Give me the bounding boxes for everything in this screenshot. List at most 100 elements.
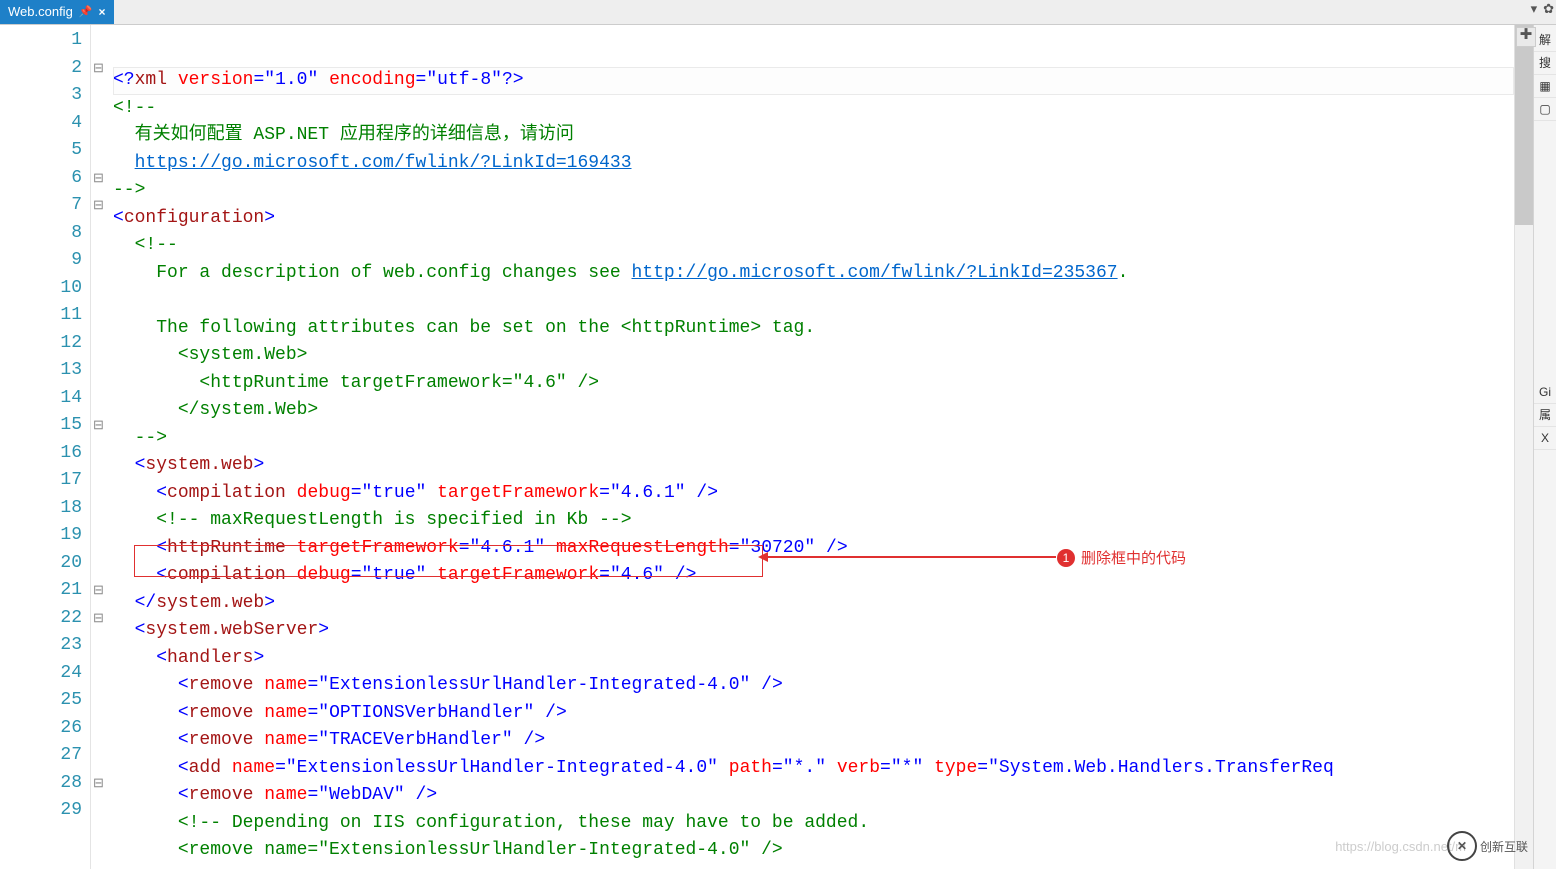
gear-icon[interactable]: ✿ <box>1543 2 1554 17</box>
logo: ✕ 创新互联 <box>1447 831 1528 861</box>
line-number: 13 <box>0 357 90 385</box>
line-number: 27 <box>0 742 90 770</box>
fold-toggle <box>91 797 113 825</box>
line-number: 4 <box>0 110 90 138</box>
code-line[interactable]: <remove name="TRACEVerbHandler" /> <box>113 727 1514 755</box>
line-number: 5 <box>0 137 90 165</box>
fold-toggle <box>91 220 113 248</box>
annotation-text: 删除框中的代码 <box>1081 547 1186 568</box>
scrollbar-thumb[interactable] <box>1515 25 1533 225</box>
close-icon[interactable]: × <box>99 0 106 24</box>
fold-toggle <box>91 632 113 660</box>
rside-icon2[interactable]: ▢ <box>1534 98 1556 121</box>
fold-toggle <box>91 330 113 358</box>
code-line[interactable]: </system.web> <box>113 590 1514 618</box>
line-number: 22 <box>0 605 90 633</box>
rside-search[interactable]: 搜 <box>1534 52 1556 75</box>
code-line[interactable]: <!-- <box>113 95 1514 123</box>
code-line[interactable]: </system.Web> <box>113 397 1514 425</box>
editor-window: Web.config 📌 × ▾ ✿ ✚ 1234567891011121314… <box>0 0 1556 869</box>
fold-toggle <box>91 660 113 688</box>
fold-toggle <box>91 440 113 468</box>
fold-toggle <box>91 247 113 275</box>
code-line[interactable]: <!-- <box>113 232 1514 260</box>
line-number: 19 <box>0 522 90 550</box>
code-line[interactable]: <compilation debug="true" targetFramewor… <box>113 480 1514 508</box>
editor-body: 1234567891011121314151617181920212223242… <box>0 25 1556 869</box>
code-line[interactable]: <system.webServer> <box>113 617 1514 645</box>
pin-icon[interactable]: 📌 <box>79 0 93 24</box>
fold-toggle[interactable]: ⊟ <box>91 605 113 633</box>
line-number: 17 <box>0 467 90 495</box>
code-line[interactable]: For a description of web.config changes … <box>113 260 1514 288</box>
code-line[interactable]: <system.Web> <box>113 342 1514 370</box>
line-number: 1 <box>0 27 90 55</box>
code-line[interactable]: <!-- Depending on IIS configuration, the… <box>113 810 1514 838</box>
fold-toggle <box>91 495 113 523</box>
rside-icon1[interactable]: ▦ <box>1534 75 1556 98</box>
code-line[interactable]: <?xml version="1.0" encoding="utf-8"?> <box>113 67 1514 95</box>
fold-toggle[interactable]: ⊟ <box>91 192 113 220</box>
tab-web-config[interactable]: Web.config 📌 × <box>0 0 114 24</box>
code-line[interactable]: --> <box>113 425 1514 453</box>
code-line[interactable]: <remove name="ExtensionlessUrlHandler-In… <box>113 672 1514 700</box>
code-line[interactable]: The following attributes can be set on t… <box>113 315 1514 343</box>
code-line[interactable]: <remove name="WebDAV" /> <box>113 782 1514 810</box>
code-line[interactable] <box>113 287 1514 315</box>
line-number: 8 <box>0 220 90 248</box>
chevron-down-icon[interactable]: ▾ <box>1531 2 1538 17</box>
tab-title: Web.config <box>8 0 73 24</box>
fold-toggle[interactable]: ⊟ <box>91 55 113 83</box>
rside-xml[interactable]: X <box>1534 427 1556 450</box>
line-number: 14 <box>0 385 90 413</box>
line-number: 2 <box>0 55 90 83</box>
right-side-panel: 解 搜 ▦ ▢ Gi 属 X <box>1533 25 1556 869</box>
fold-toggle <box>91 82 113 110</box>
line-number: 16 <box>0 440 90 468</box>
code-line[interactable]: <system.web> <box>113 452 1514 480</box>
fold-toggle <box>91 302 113 330</box>
fold-toggle[interactable]: ⊟ <box>91 770 113 798</box>
line-number: 15 <box>0 412 90 440</box>
rside-prop[interactable]: 属 <box>1534 404 1556 427</box>
line-number: 3 <box>0 82 90 110</box>
line-number: 9 <box>0 247 90 275</box>
code-line[interactable]: <remove name="OPTIONSVerbHandler" /> <box>113 700 1514 728</box>
rside-solution[interactable]: 解 <box>1534 29 1556 52</box>
code-line[interactable]: <remove name="ExtensionlessUrlHandler-In… <box>113 837 1514 865</box>
code-line[interactable]: <configuration> <box>113 205 1514 233</box>
fold-toggle[interactable]: ⊟ <box>91 577 113 605</box>
code-line[interactable]: <!-- maxRequestLength is specified in Kb… <box>113 507 1514 535</box>
fold-toggle <box>91 385 113 413</box>
code-line[interactable]: <compilation debug="true" targetFramewor… <box>113 562 1514 590</box>
fold-toggle[interactable]: ⊟ <box>91 165 113 193</box>
fold-toggle <box>91 687 113 715</box>
vertical-scrollbar[interactable] <box>1514 25 1533 869</box>
fold-toggle <box>91 742 113 770</box>
fold-column: ⊟⊟⊟⊟⊟⊟⊟ <box>91 25 113 869</box>
annotation-arrow <box>761 556 1056 558</box>
logo-text: 创新互联 <box>1480 838 1528 855</box>
line-number: 21 <box>0 577 90 605</box>
line-number: 23 <box>0 632 90 660</box>
code-line[interactable]: https://go.microsoft.com/fwlink/?LinkId=… <box>113 150 1514 178</box>
code-line[interactable]: 有关如何配置 ASP.NET 应用程序的详细信息，请访问 <box>113 122 1514 150</box>
fold-toggle <box>91 357 113 385</box>
rside-git[interactable]: Gi <box>1534 381 1556 404</box>
code-line[interactable]: <add name="ExtensionlessUrlHandler-Integ… <box>113 755 1514 783</box>
code-line[interactable]: --> <box>113 177 1514 205</box>
fold-toggle <box>91 110 113 138</box>
line-number: 7 <box>0 192 90 220</box>
code-line[interactable]: <handlers> <box>113 645 1514 673</box>
logo-icon: ✕ <box>1447 831 1477 861</box>
line-number: 6 <box>0 165 90 193</box>
code-line[interactable]: <httpRuntime targetFramework="4.6" /> <box>113 370 1514 398</box>
fold-toggle <box>91 27 113 55</box>
nav-plus-icon[interactable]: ✚ <box>1516 27 1536 47</box>
fold-toggle <box>91 715 113 743</box>
line-number: 25 <box>0 687 90 715</box>
line-number: 29 <box>0 797 90 825</box>
code-area[interactable]: <?xml version="1.0" encoding="utf-8"?><!… <box>113 25 1514 869</box>
fold-toggle[interactable]: ⊟ <box>91 412 113 440</box>
line-number: 20 <box>0 550 90 578</box>
